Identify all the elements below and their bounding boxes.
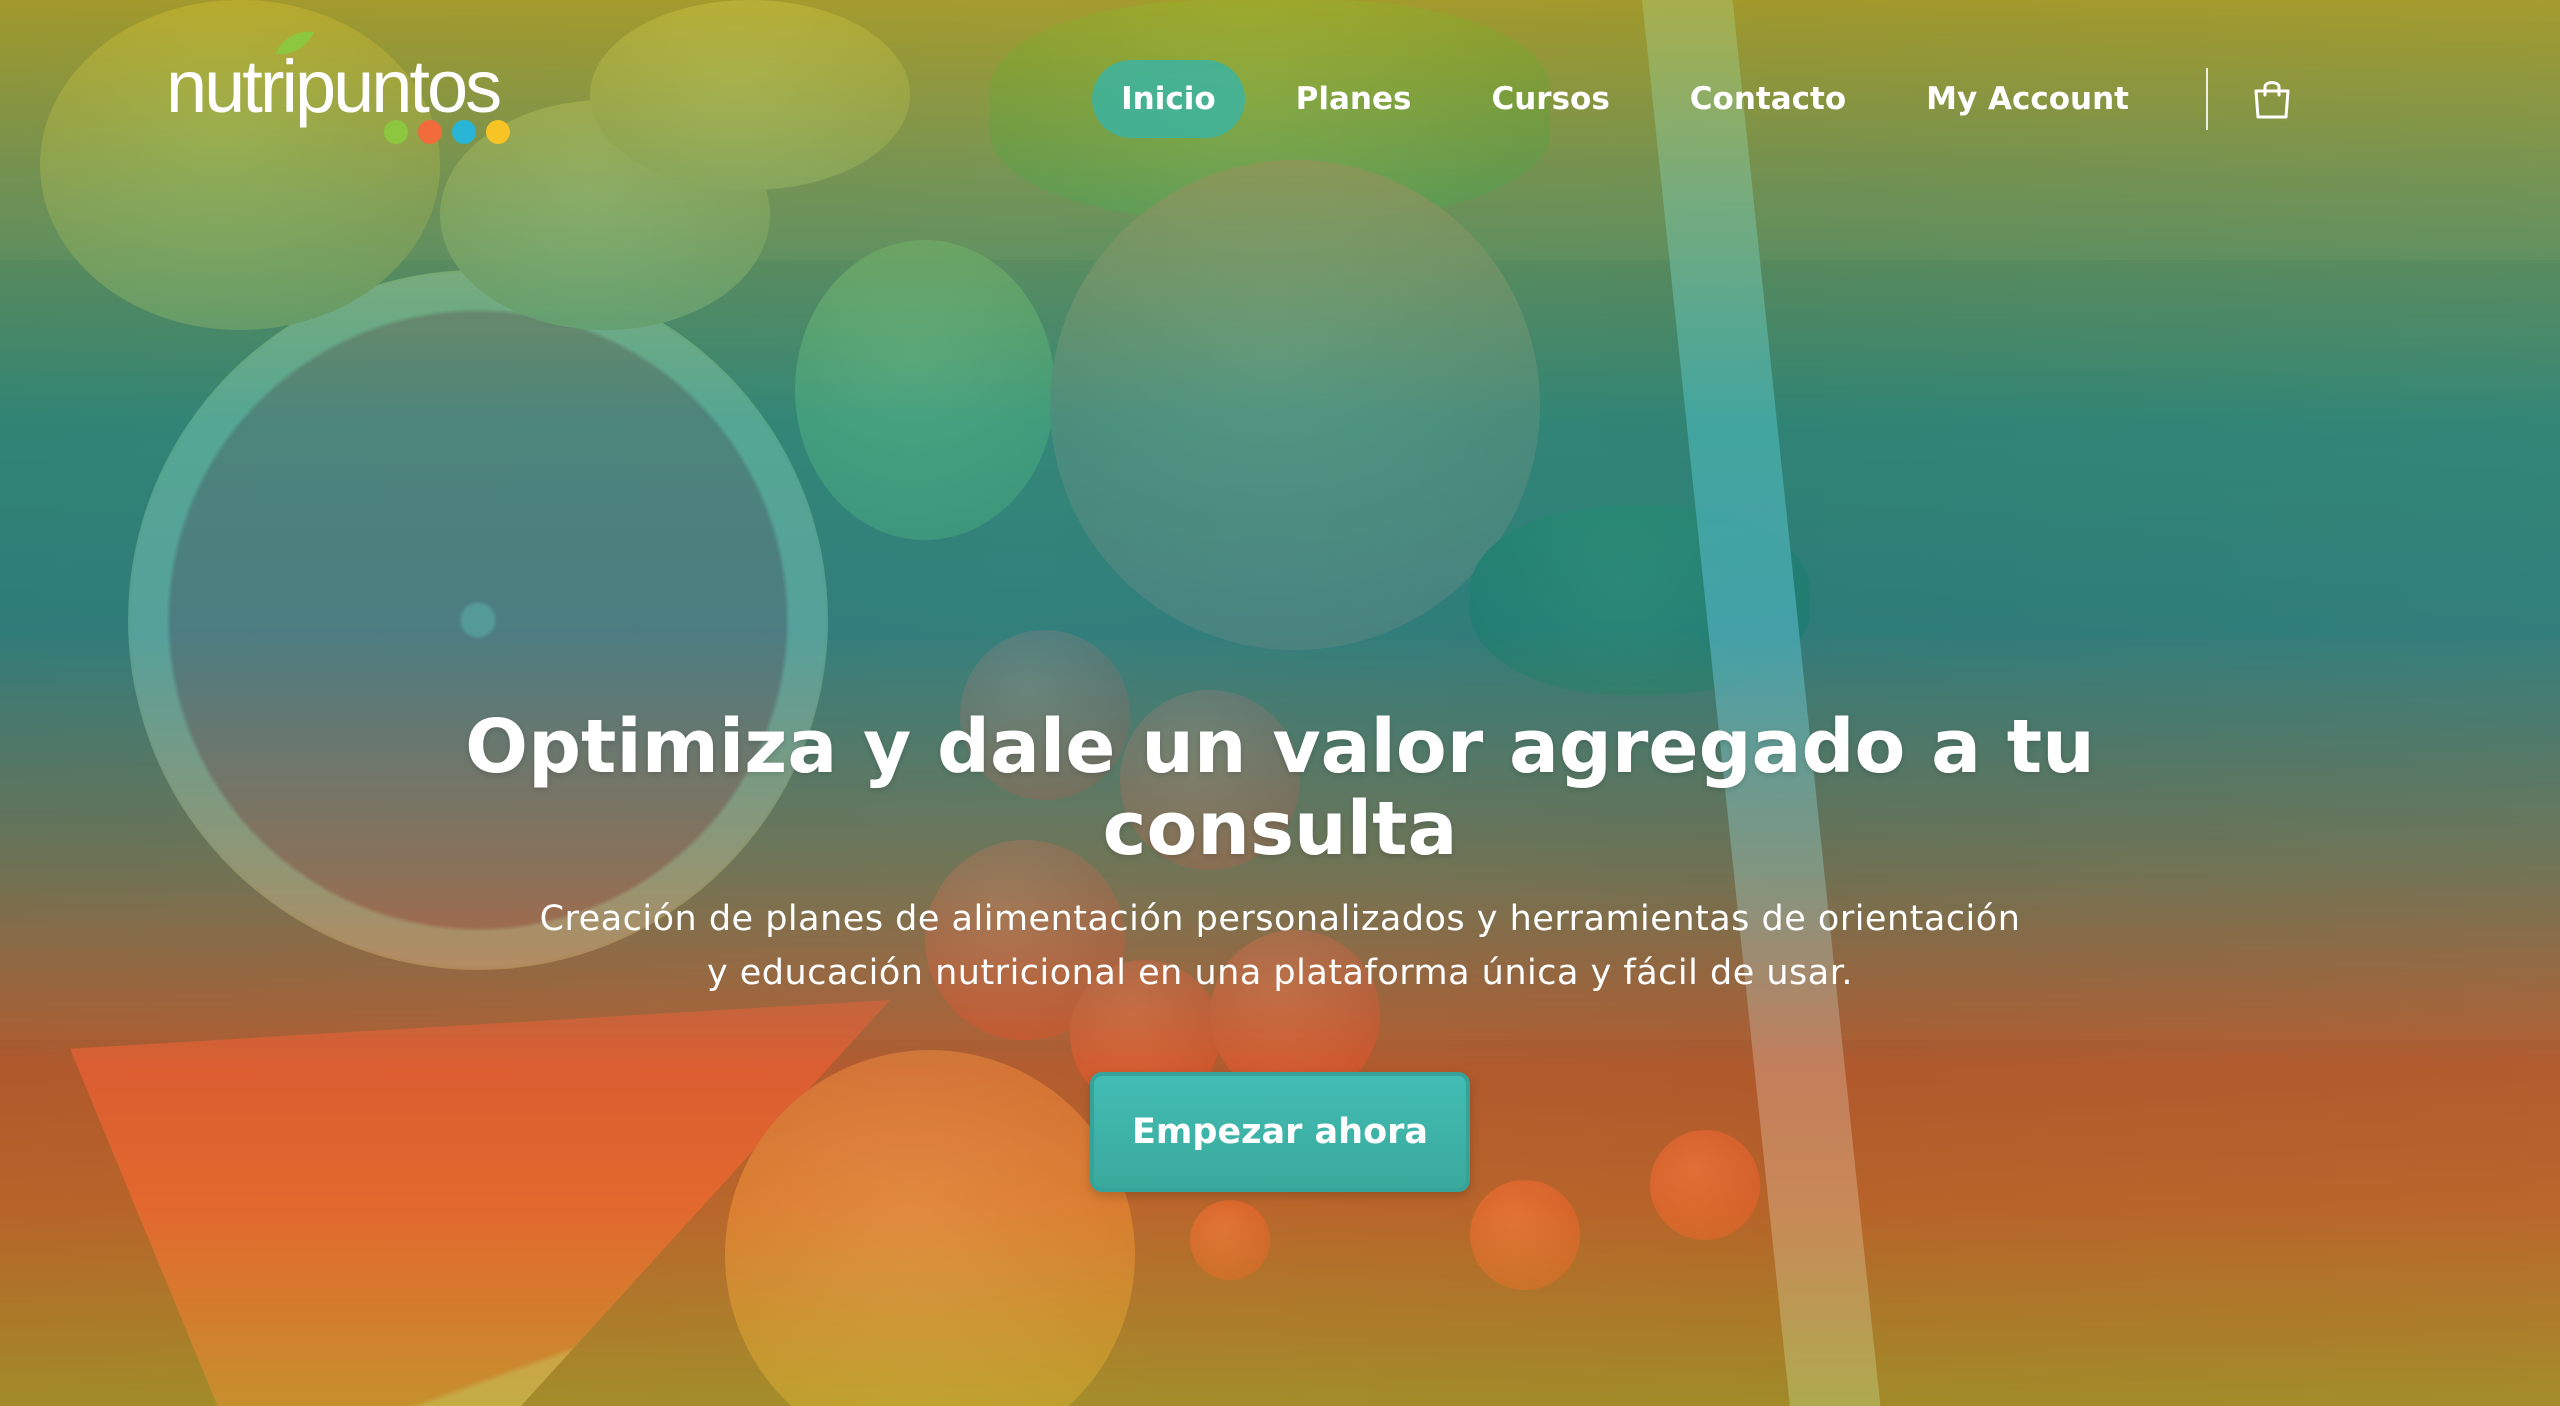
- nav-item-cursos[interactable]: Cursos: [1462, 60, 1638, 138]
- nav-item-inicio[interactable]: Inicio: [1092, 60, 1245, 138]
- hero-title-line-2: consulta: [1102, 786, 1458, 872]
- brand-logo[interactable]: nutripuntos: [166, 28, 516, 148]
- hero-section: nutripuntos Inicio Planes Cursos Contact…: [0, 0, 2560, 1406]
- start-now-button[interactable]: Empezar ahora: [1090, 1072, 1470, 1192]
- nav-item-my-account[interactable]: My Account: [1897, 60, 2158, 138]
- logo-dot-green: [384, 120, 408, 144]
- logo-wordmark: nutripuntos: [166, 45, 502, 128]
- shopping-bag-icon[interactable]: [2252, 77, 2292, 121]
- logo-dots: [384, 120, 510, 144]
- hero-subtitle-line-1: Creación de planes de alimentación perso…: [539, 899, 2021, 939]
- logo-dot-blue: [452, 120, 476, 144]
- main-navigation: Inicio Planes Cursos Contacto My Account: [1070, 60, 2292, 138]
- color-gradient-overlay: [0, 0, 2560, 1406]
- logo-dot-yellow: [486, 120, 510, 144]
- hero-title: Optimiza y dale un valor agregado a tu c…: [430, 706, 2130, 870]
- hero-subtitle: Creación de planes de alimentación perso…: [460, 892, 2100, 1000]
- hero-title-line-1: Optimiza y dale un valor agregado a tu: [465, 704, 2095, 790]
- nav-item-planes[interactable]: Planes: [1267, 60, 1441, 138]
- site-header: nutripuntos Inicio Planes Cursos Contact…: [0, 0, 2560, 200]
- nav-divider: [2206, 68, 2208, 130]
- nav-item-contacto[interactable]: Contacto: [1661, 60, 1875, 138]
- hero-subtitle-line-2: y educación nutricional en una plataform…: [706, 953, 1854, 993]
- logo-dot-orange: [418, 120, 442, 144]
